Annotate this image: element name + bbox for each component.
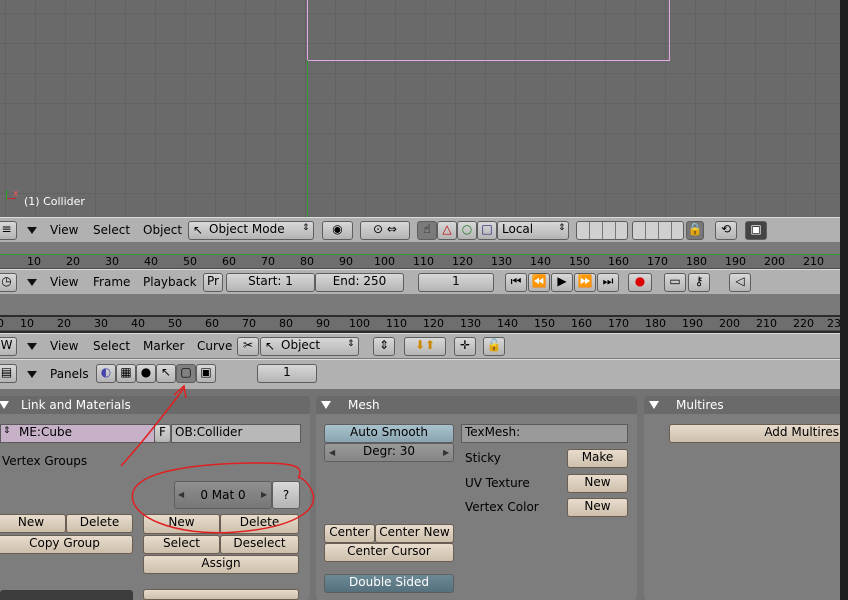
annotation-arrow-head (173, 384, 187, 399)
annotation-circle (131, 462, 315, 534)
annotation-arrow-line (120, 387, 185, 467)
annotation-overlay (120, 384, 315, 534)
